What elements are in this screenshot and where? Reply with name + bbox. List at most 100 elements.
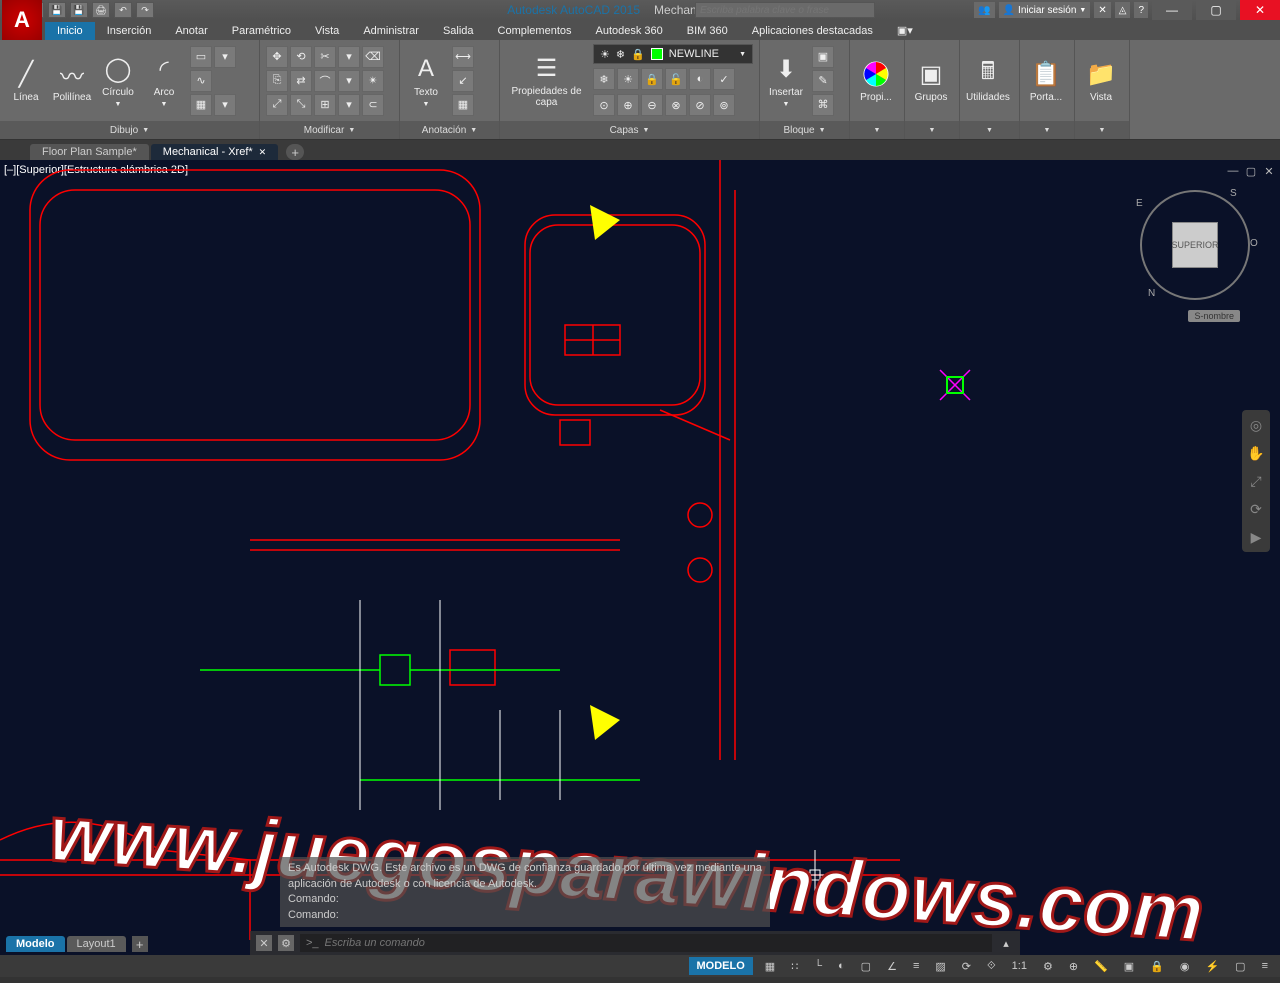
- groups-button[interactable]: ▣ Grupos: [911, 58, 951, 103]
- lineweight-icon[interactable]: ≡: [909, 957, 923, 975]
- exchange-icon[interactable]: ✕: [1094, 2, 1110, 18]
- text-button[interactable]: A Texto ▼: [406, 53, 446, 108]
- layer-properties-button[interactable]: ☰ Propiedades de capa: [506, 52, 587, 108]
- dropdown-icon[interactable]: ▾: [214, 46, 236, 68]
- application-menu-button[interactable]: A: [2, 0, 42, 40]
- panel-block-title[interactable]: Bloque ▼: [760, 121, 849, 139]
- line-button[interactable]: ╱ Línea: [6, 58, 46, 103]
- drawing-canvas[interactable]: [–][Superior][Estructura alámbrica 2D] —…: [0, 160, 1280, 955]
- saveas-icon[interactable]: 💾: [70, 2, 88, 18]
- dropdown-icon[interactable]: ▾: [338, 70, 360, 92]
- layer-tool-icon[interactable]: ⊚: [713, 94, 735, 116]
- panel-properties-title[interactable]: ▼: [850, 121, 904, 139]
- polyline-button[interactable]: 〰 Polilínea: [52, 58, 92, 103]
- help-icon[interactable]: ?: [1134, 2, 1148, 18]
- offset-icon[interactable]: ⊂: [362, 94, 384, 116]
- orbit-icon[interactable]: ⟳: [1245, 498, 1267, 520]
- erase-icon[interactable]: ⌫: [362, 46, 384, 68]
- viewcube-ucs-button[interactable]: S-nombre: [1188, 310, 1240, 322]
- zoom-extents-icon[interactable]: ⤢: [1245, 470, 1267, 492]
- layer-tool-icon[interactable]: 🔓: [665, 68, 687, 90]
- tab-inicio[interactable]: Inicio: [45, 22, 95, 40]
- plot-icon[interactable]: 🖨: [92, 2, 110, 18]
- maximize-button[interactable]: ▢: [1196, 0, 1236, 20]
- layer-tool-icon[interactable]: ☀: [617, 68, 639, 90]
- command-input[interactable]: [325, 937, 986, 949]
- layout-tab-layout1[interactable]: Layout1: [67, 936, 126, 952]
- hardware-accel-icon[interactable]: ⚡: [1201, 957, 1223, 975]
- dropdown-icon[interactable]: ▾: [338, 94, 360, 116]
- annotation-monitor-icon[interactable]: ⊕: [1065, 957, 1082, 975]
- infocenter-collab-icon[interactable]: 👥: [974, 2, 994, 18]
- rectangle-icon[interactable]: ▭: [190, 46, 212, 68]
- workspace-icon[interactable]: ⚙: [1039, 957, 1057, 975]
- dropdown-icon[interactable]: ▾: [338, 46, 360, 68]
- viewcube-dir-o[interactable]: O: [1250, 238, 1258, 249]
- annotation-scale-value[interactable]: 1:1: [1008, 957, 1031, 975]
- viewcube[interactable]: SUPERIOR S O N E: [1140, 190, 1250, 300]
- status-modelo-button[interactable]: MODELO: [689, 957, 753, 975]
- sign-in-button[interactable]: 👤 Iniciar sesión ▼: [999, 2, 1091, 18]
- lock-ui-icon[interactable]: 🔒: [1146, 957, 1168, 975]
- tab-parametrico[interactable]: Paramétrico: [220, 22, 303, 40]
- command-input-wrap[interactable]: >_: [300, 934, 992, 952]
- doc-tab[interactable]: Floor Plan Sample*: [30, 144, 149, 160]
- command-customize-icon[interactable]: ⚙: [278, 935, 294, 951]
- create-block-icon[interactable]: ▣: [812, 46, 834, 68]
- layer-tool-icon[interactable]: ◐: [689, 68, 711, 90]
- ortho-icon[interactable]: └: [810, 957, 826, 975]
- tab-vista[interactable]: Vista: [303, 22, 351, 40]
- edit-block-icon[interactable]: ✎: [812, 70, 834, 92]
- tab-autodesk360[interactable]: Autodesk 360: [584, 22, 675, 40]
- otrack-icon[interactable]: ∠: [883, 957, 901, 975]
- panel-view-title[interactable]: ▼: [1075, 121, 1129, 139]
- array-icon[interactable]: ⊞: [314, 94, 336, 116]
- hatch-icon[interactable]: ▦: [190, 94, 212, 116]
- circle-button[interactable]: ◯ Círculo ▼: [98, 53, 138, 108]
- panel-clipboard-title[interactable]: ▼: [1020, 121, 1074, 139]
- quick-properties-icon[interactable]: ▣: [1120, 957, 1138, 975]
- leader-icon[interactable]: ↙: [452, 70, 474, 92]
- table-icon[interactable]: ▦: [452, 94, 474, 116]
- spline-icon[interactable]: ∿: [190, 70, 212, 92]
- utilities-button[interactable]: 🖩 Utilidades: [966, 58, 1010, 103]
- viewcube-dir-e[interactable]: E: [1136, 198, 1143, 209]
- copy-icon[interactable]: ⎘: [266, 70, 288, 92]
- annotation-scale-icon[interactable]: ⟐: [983, 957, 1000, 975]
- undo-icon[interactable]: ↶: [114, 2, 132, 18]
- tab-anotar[interactable]: Anotar: [163, 22, 219, 40]
- grid-icon[interactable]: ▦: [761, 957, 779, 975]
- layer-tool-icon[interactable]: ⊘: [689, 94, 711, 116]
- infocenter-search[interactable]: [695, 2, 875, 18]
- polar-icon[interactable]: ◐: [834, 957, 849, 975]
- move-icon[interactable]: ✥: [266, 46, 288, 68]
- panel-utilities-title[interactable]: ▼: [960, 121, 1019, 139]
- mirror-icon[interactable]: ⇄: [290, 70, 312, 92]
- layer-tool-icon[interactable]: ❄: [593, 68, 615, 90]
- a360-icon[interactable]: ◬: [1115, 2, 1131, 18]
- command-close-icon[interactable]: ✕: [256, 935, 272, 951]
- layer-tool-icon[interactable]: ⊗: [665, 94, 687, 116]
- dimension-icon[interactable]: ⟷: [452, 46, 474, 68]
- layer-tool-icon[interactable]: 🔒: [641, 68, 663, 90]
- edit-attr-icon[interactable]: ⌘: [812, 94, 834, 116]
- view-button[interactable]: 📁 Vista: [1081, 58, 1121, 103]
- minimize-button[interactable]: —: [1152, 0, 1192, 20]
- trim-icon[interactable]: ✂: [314, 46, 336, 68]
- panel-draw-title[interactable]: Dibujo ▼: [0, 121, 259, 139]
- properties-button[interactable]: Propi...: [856, 58, 896, 103]
- isolate-icon[interactable]: ◉: [1176, 957, 1194, 975]
- viewcube-dir-s[interactable]: S: [1230, 188, 1237, 199]
- layer-tool-icon[interactable]: ⊕: [617, 94, 639, 116]
- panel-groups-title[interactable]: ▼: [905, 121, 959, 139]
- command-history-icon[interactable]: ▴: [998, 935, 1014, 951]
- clean-screen-icon[interactable]: ▢: [1231, 957, 1249, 975]
- viewcube-face[interactable]: SUPERIOR: [1172, 222, 1218, 268]
- save-icon[interactable]: 💾: [48, 2, 66, 18]
- explode-icon[interactable]: ✴: [362, 70, 384, 92]
- clipboard-button[interactable]: 📋 Porta...: [1026, 58, 1066, 103]
- snap-icon[interactable]: ∷: [787, 957, 802, 975]
- units-icon[interactable]: 📏: [1090, 957, 1112, 975]
- cycle-icon[interactable]: ⟳: [958, 957, 975, 975]
- insert-button[interactable]: ⬇ Insertar ▼: [766, 53, 806, 108]
